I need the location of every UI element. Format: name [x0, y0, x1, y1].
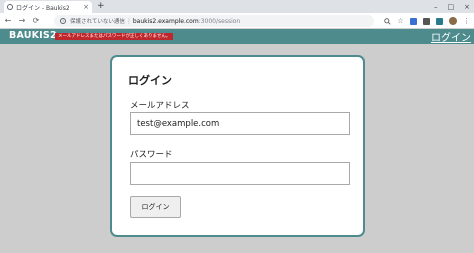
login-button[interactable]: ログイン — [130, 196, 181, 218]
header-login-link[interactable]: ログイン — [431, 29, 471, 44]
avatar[interactable] — [449, 17, 457, 25]
maximize-button[interactable]: □ — [448, 3, 455, 11]
info-icon[interactable]: i — [60, 18, 66, 24]
new-tab-button[interactable]: + — [97, 0, 105, 12]
app-header: BAUKIS2 メールアドレスまたはパスワードが正しくありません。 ログイン — [0, 29, 474, 44]
app-title: BAUKIS2 — [9, 30, 57, 41]
tab-title: ログイン - Baukis2 — [16, 4, 70, 12]
menu-icon[interactable]: ⋮ — [463, 17, 470, 25]
email-field[interactable] — [130, 112, 350, 135]
toolbar-actions: ☆ ⋮ — [384, 15, 470, 27]
browser-toolbar: ← → ⟳ i 保護されていない通信 | baukis2.example.com… — [0, 13, 474, 29]
flash-alert: メールアドレスまたはパスワードが正しくありません。 — [55, 33, 174, 40]
browser-tab[interactable]: ログイン - Baukis2 × — [4, 1, 92, 13]
url-path: :3000/session — [198, 17, 241, 25]
globe-icon — [7, 4, 13, 10]
minimize-button[interactable]: – — [434, 3, 438, 11]
zoom-icon[interactable] — [384, 17, 391, 25]
url-host: baukis2.example.com — [132, 17, 199, 25]
window-controls: – □ × — [434, 0, 470, 13]
extension-icon[interactable] — [410, 17, 417, 25]
forward-button[interactable]: → — [16, 16, 28, 25]
extension-icon[interactable] — [423, 17, 430, 25]
browser-tab-strip: ログイン - Baukis2 × + – □ × — [0, 0, 474, 13]
address-bar[interactable]: i 保護されていない通信 | baukis2.example.com :3000… — [54, 15, 374, 27]
security-status: 保護されていない通信 — [70, 19, 125, 25]
page-title: ログイン — [128, 74, 172, 87]
back-button[interactable]: ← — [2, 16, 14, 25]
close-window-button[interactable]: × — [464, 3, 470, 11]
star-icon[interactable]: ☆ — [397, 17, 404, 25]
tab-close-icon[interactable]: × — [83, 3, 89, 11]
password-field[interactable] — [130, 162, 350, 185]
email-label: メールアドレス — [130, 101, 190, 111]
url-separator: | — [127, 17, 130, 25]
extension-icon[interactable] — [436, 17, 443, 25]
password-label: パスワード — [130, 150, 173, 160]
login-card: ログイン メールアドレス パスワード ログイン — [110, 55, 365, 237]
reload-button[interactable]: ⟳ — [30, 16, 42, 25]
